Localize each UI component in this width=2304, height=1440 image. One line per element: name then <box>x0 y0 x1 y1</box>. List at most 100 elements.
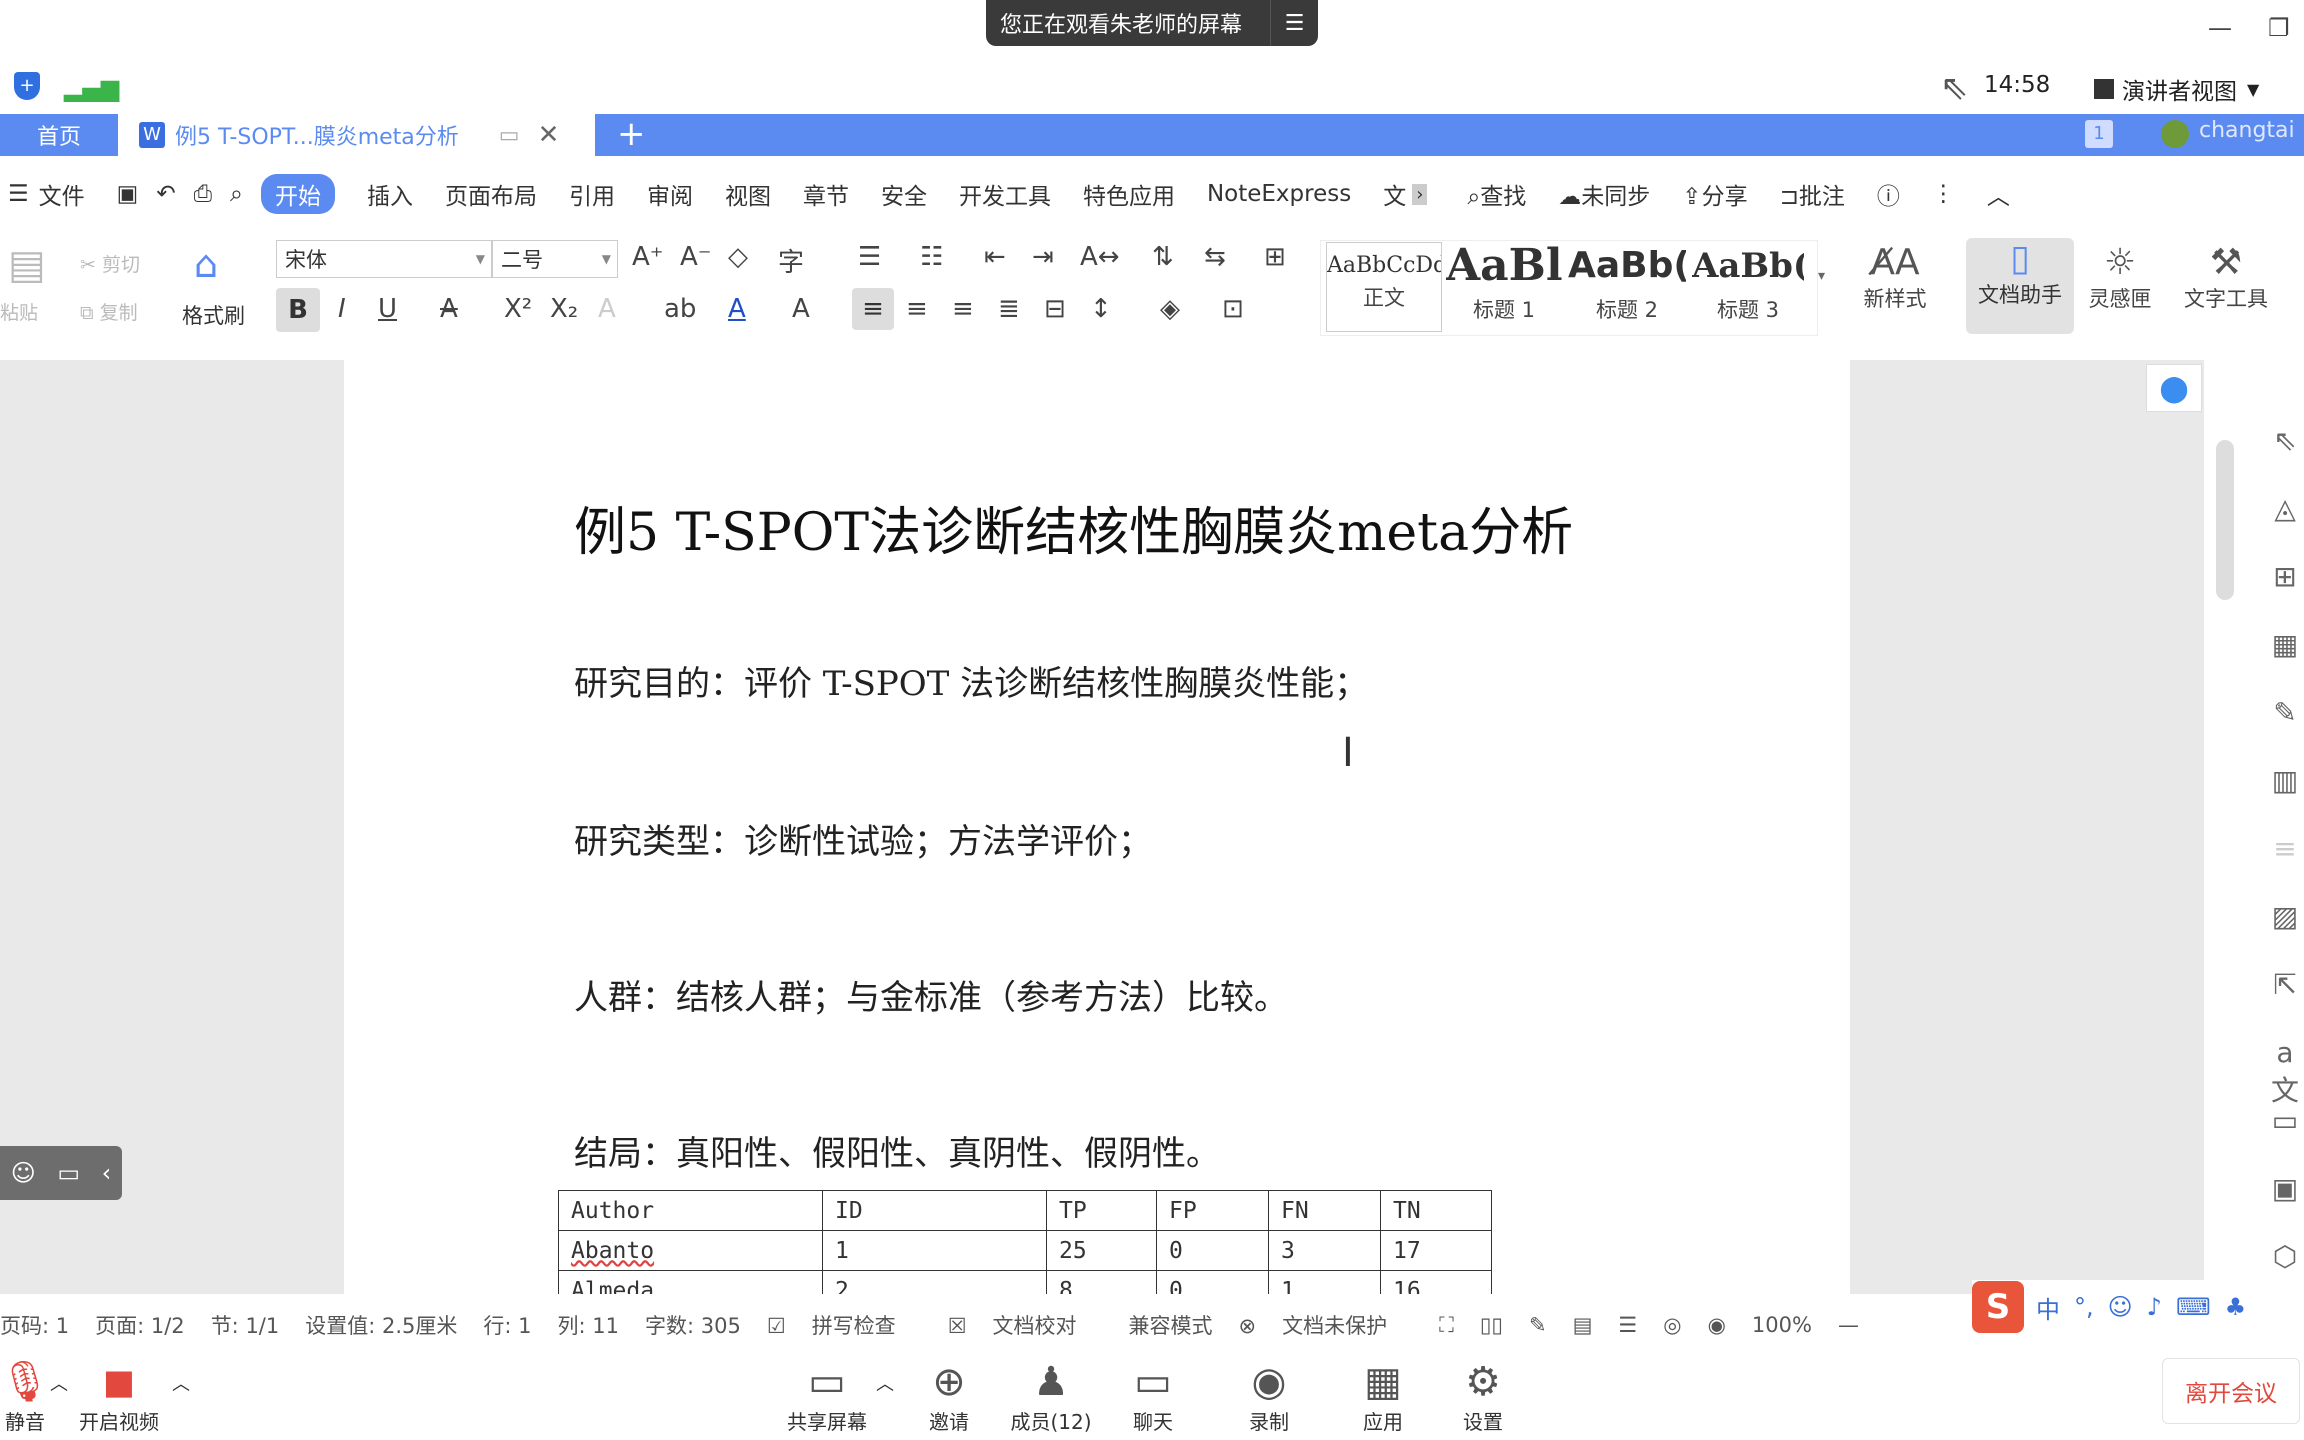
shrink-font-icon[interactable]: A⁻ <box>680 242 712 272</box>
select-cursor-icon[interactable]: ⇖ <box>2268 424 2302 458</box>
chevron-up-icon[interactable]: ︿ <box>876 1370 894 1396</box>
location-pin-icon[interactable]: ⬤ <box>2146 364 2202 412</box>
menu-tab-security[interactable]: 安全 <box>881 177 927 211</box>
cut-button[interactable]: ✂ 剪切 <box>80 250 140 277</box>
save-icon[interactable]: ▣ <box>117 181 139 207</box>
protect-button[interactable]: ⊗ 文档未保护 <box>1239 1310 1414 1340</box>
write-mode-icon[interactable]: ✎ <box>1529 1313 1547 1337</box>
video-button[interactable]: ◼︎ 开启视频 <box>64 1356 174 1440</box>
char-shading-button[interactable]: A <box>792 294 810 324</box>
sliders-icon[interactable]: ≡ <box>2268 832 2302 866</box>
menu-tab-noteexpress[interactable]: NoteExpress <box>1207 181 1351 207</box>
ime-punct-icon[interactable]: °, <box>2074 1293 2094 1321</box>
format-painter-icon[interactable]: ⌂ <box>194 242 218 286</box>
outline-view-icon[interactable]: ☰ <box>1618 1313 1637 1337</box>
chat-button[interactable]: ▭ 聊天 <box>1098 1356 1208 1440</box>
style-heading-1[interactable]: AaBl 标题 1 <box>1446 242 1562 332</box>
inspiration-button[interactable]: ☼ 灵感匣 <box>2084 242 2156 313</box>
menu-tab-more[interactable]: 文 <box>1383 177 1406 211</box>
menu-tab-layout[interactable]: 页面布局 <box>445 177 537 211</box>
picture-icon[interactable]: ▣ <box>2268 1172 2302 1206</box>
spell-check-button[interactable]: ☑ 拼写检查 <box>767 1310 922 1340</box>
menu-tab-insert[interactable]: 插入 <box>367 177 413 211</box>
menu-tab-start[interactable]: 开始 <box>260 174 335 214</box>
status-col[interactable]: 列: 11 <box>558 1310 619 1340</box>
ime-skin-icon[interactable]: ♣ <box>2225 1293 2247 1321</box>
archive-icon[interactable]: ▭ <box>2268 1104 2302 1138</box>
paste-icon[interactable]: ▤ <box>8 242 46 288</box>
align-right-button[interactable]: ≡ <box>952 294 974 324</box>
proofread-button[interactable]: ☒ 文档校对 <box>948 1310 1103 1340</box>
apps-button[interactable]: ▦ 应用 <box>1328 1356 1438 1440</box>
sort-icon[interactable]: ⇅ <box>1152 242 1174 272</box>
line-spacing-button[interactable]: ↕ <box>1090 294 1112 324</box>
ime-keyboard-icon[interactable]: ⌨ <box>2176 1293 2211 1321</box>
share-button[interactable]: ⇪分享 <box>1682 177 1747 211</box>
clear-format-icon[interactable]: ◇ <box>728 242 748 272</box>
help-icon[interactable]: ⓘ <box>1877 177 1900 211</box>
underline-button[interactable]: U <box>378 294 397 324</box>
tab-home[interactable]: 首页 <box>0 114 118 156</box>
vertical-scrollbar[interactable] <box>2216 440 2234 600</box>
text-direction-icon[interactable]: A↔ <box>1080 242 1120 272</box>
grow-font-icon[interactable]: A⁺ <box>632 242 664 272</box>
font-name-select[interactable]: 宋体 ▼ <box>276 240 492 278</box>
zoom-out-icon[interactable]: — <box>1838 1313 1859 1337</box>
menu-tab-features[interactable]: 特色应用 <box>1083 177 1175 211</box>
ime-emoji-icon[interactable]: ☺ <box>2108 1293 2133 1321</box>
zoom-level[interactable]: 100% <box>1752 1313 1812 1337</box>
members-button[interactable]: ♟ 成员(12) <box>996 1356 1106 1440</box>
menu-tab-view[interactable]: 视图 <box>725 177 771 211</box>
read-mode-icon[interactable]: ▯▯ <box>1480 1313 1503 1337</box>
page-view-icon[interactable]: ▤ <box>1573 1313 1593 1337</box>
more-icon[interactable]: ⋮ <box>1932 181 1955 207</box>
chevron-up-icon[interactable]: ︿ <box>172 1370 190 1396</box>
font-size-select[interactable]: 二号 ▼ <box>492 240 618 278</box>
superscript-button[interactable]: X² <box>504 294 532 324</box>
comment-button[interactable]: ⊐批注 <box>1780 177 1845 211</box>
eye-care-icon[interactable]: ◉ <box>1708 1313 1726 1337</box>
status-word-count[interactable]: 字数: 305 <box>645 1310 741 1340</box>
undo-history-icon[interactable]: ↶ <box>156 181 175 207</box>
format-painter-label[interactable]: 格式刷 <box>182 300 245 330</box>
status-pages[interactable]: 页面: 1/2 <box>95 1310 185 1340</box>
share-out-icon[interactable]: ⇱ <box>2268 968 2302 1002</box>
tab-count-badge[interactable]: 1 <box>2085 120 2113 148</box>
leave-meeting-button[interactable]: 离开会议 <box>2162 1358 2300 1424</box>
paste-label[interactable]: 粘贴 <box>0 298 38 325</box>
ime-lang-icon[interactable]: 中 <box>2036 1290 2060 1325</box>
menu-tab-chapter[interactable]: 章节 <box>803 177 849 211</box>
new-tab-plus-icon[interactable]: + <box>617 114 646 154</box>
italic-button[interactable]: I <box>338 294 346 324</box>
phonetic-icon[interactable]: 字 <box>778 242 804 279</box>
decrease-indent-icon[interactable]: ⇤ <box>984 242 1006 272</box>
chevron-right-icon[interactable]: › <box>1412 183 1428 205</box>
hamburger-icon[interactable]: ☰ <box>8 181 29 207</box>
tab-document[interactable]: W 例5 T-SOPT...膜炎meta分析 ▭ ✕ <box>125 114 595 156</box>
text-effect-button[interactable]: A <box>598 294 616 324</box>
pen-icon[interactable]: ✎ <box>2268 696 2302 730</box>
print-icon[interactable]: ⎙ <box>194 181 212 207</box>
style-heading-2[interactable]: AaBb( 标题 2 <box>1568 242 1686 332</box>
style-normal[interactable]: AaBbCcDd 正文 <box>1326 242 1442 332</box>
doc-assistant-button[interactable]: ▯ 文档助手 <box>1966 238 2074 334</box>
emoji-icon[interactable]: ☺ <box>11 1159 36 1187</box>
align-center-button[interactable]: ≡ <box>906 294 928 324</box>
avatar[interactable] <box>2161 120 2189 148</box>
style-gallery-scroll-icon[interactable]: ▾ <box>1818 268 1825 284</box>
minimize-icon[interactable]: — <box>2208 14 2232 42</box>
bold-button[interactable]: B <box>276 288 320 332</box>
settings-button[interactable]: ⚙ 设置 <box>1428 1356 1538 1440</box>
new-style-button[interactable]: A̸A 新样式 <box>1848 242 1942 313</box>
image-gallery-icon[interactable]: ▨ <box>2268 900 2302 934</box>
text-tools-button[interactable]: ⚒ 文字工具 <box>2170 242 2282 313</box>
justify-button[interactable]: ≣ <box>998 294 1020 324</box>
menu-file[interactable]: 文件 <box>39 177 85 211</box>
highlight-button[interactable]: ab <box>664 294 696 324</box>
translate-icon[interactable]: a文 <box>2268 1036 2302 1107</box>
subscript-button[interactable]: X₂ <box>550 294 578 324</box>
close-icon[interactable]: ✕ <box>538 120 560 150</box>
collapse-ribbon-icon[interactable]: ︿ <box>1987 177 2010 211</box>
banner-menu-icon[interactable]: ☰ <box>1270 0 1318 46</box>
line-wrap-icon[interactable]: ⇆ <box>1204 242 1226 272</box>
